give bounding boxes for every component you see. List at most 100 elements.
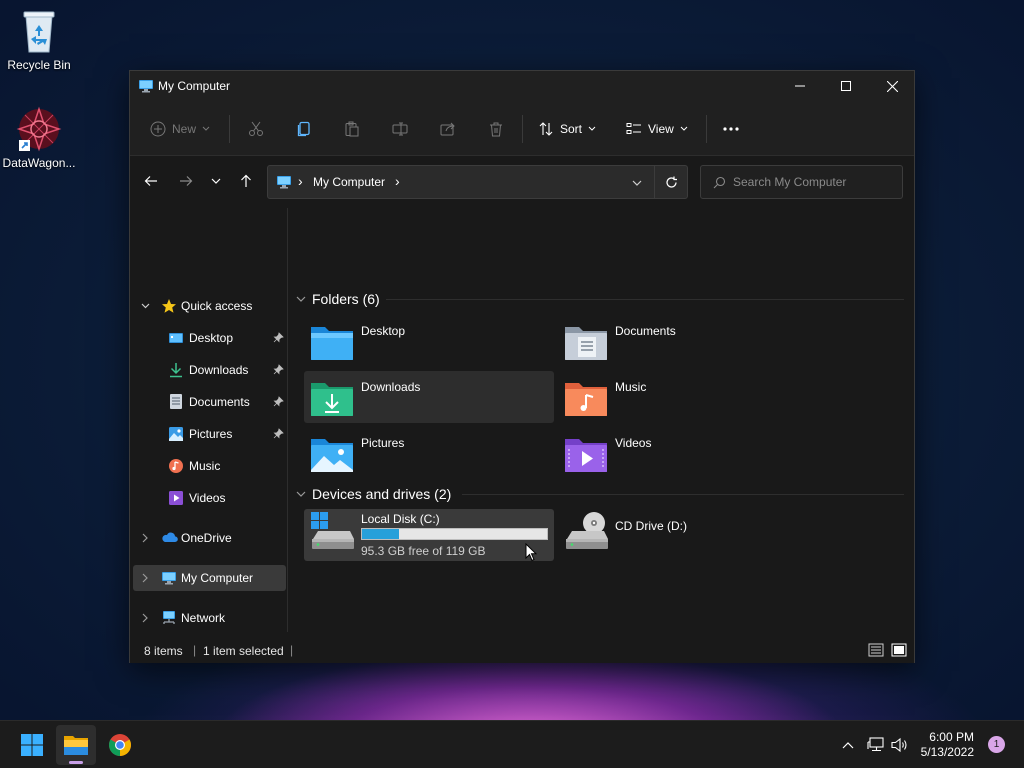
sidebar-item-desktop[interactable]: Desktop <box>133 325 286 351</box>
refresh-button[interactable] <box>654 166 688 198</box>
desktop-icon-recycle-bin[interactable]: Recycle Bin <box>0 8 79 72</box>
chevron-down-icon <box>141 303 150 309</box>
navigation-bar: › My Computer › <box>130 156 914 208</box>
delete-icon <box>490 122 502 137</box>
up-button[interactable] <box>234 169 258 193</box>
chevron-right-icon <box>142 573 148 583</box>
chevron-down-icon <box>588 126 596 131</box>
pin-icon <box>273 396 284 407</box>
folder-tile-pictures[interactable]: Pictures <box>304 427 554 479</box>
start-button[interactable] <box>12 725 52 765</box>
view-button[interactable]: View <box>626 114 688 144</box>
taskbar-file-explorer[interactable] <box>56 725 96 765</box>
drive-usage-bar <box>361 528 548 540</box>
cut-button[interactable] <box>248 114 264 144</box>
details-view-icon <box>868 643 884 657</box>
more-icon <box>723 127 739 131</box>
new-icon <box>150 121 166 137</box>
document-icon <box>170 394 182 409</box>
status-bar: 8 items | 1 item selected | <box>130 638 914 663</box>
sidebar-item-label: Music <box>189 459 221 473</box>
recent-locations-button[interactable] <box>204 169 228 193</box>
more-options-button[interactable] <box>722 114 740 144</box>
taskbar-clock[interactable]: 6:00 PM 5/13/2022 <box>910 730 974 760</box>
drive-name: Local Disk (C:) <box>361 512 440 526</box>
address-bar[interactable]: › My Computer › <box>267 165 688 199</box>
breadcrumb-separator[interactable]: › <box>298 173 303 189</box>
folder-tile-downloads[interactable]: Downloads <box>304 371 554 423</box>
sidebar-item-network[interactable]: Network <box>133 605 286 631</box>
sort-label: Sort <box>560 122 583 136</box>
folder-tile-music[interactable]: Music <box>558 371 808 423</box>
sidebar-item-label: Quick access <box>181 299 253 313</box>
sidebar-item-pictures[interactable]: Pictures <box>133 421 286 447</box>
desktop-icon-label: Recycle Bin <box>7 58 71 72</box>
volume-button[interactable] <box>890 735 910 755</box>
minimize-button[interactable] <box>777 71 823 101</box>
desktop-icon-label: DataWagon... <box>2 156 76 170</box>
notification-badge[interactable]: 1 <box>988 736 1005 753</box>
details-view-button[interactable] <box>868 642 884 658</box>
recycle-bin-icon <box>23 11 55 53</box>
breadcrumb-my-computer[interactable]: My Computer <box>313 175 385 189</box>
computer-icon <box>162 572 176 585</box>
new-button[interactable]: New <box>150 114 210 144</box>
drive-tile-cd-drive-d[interactable]: CD Drive (D:) <box>558 509 808 561</box>
sidebar-item-documents[interactable]: Documents <box>133 389 286 415</box>
delete-button[interactable] <box>488 114 504 144</box>
show-hidden-icons-button[interactable] <box>840 735 856 755</box>
local-disk-icon <box>311 512 354 549</box>
file-explorer-window: My Computer New Sort View › My Computer … <box>129 70 915 663</box>
copy-button[interactable] <box>296 114 312 144</box>
breadcrumb-separator[interactable]: › <box>395 173 400 189</box>
clock-time: 6:00 PM <box>929 730 974 744</box>
active-app-indicator <box>69 761 83 764</box>
datawagon-app-icon <box>16 106 62 152</box>
drives-group-header[interactable]: Devices and drives (2) <box>296 484 451 504</box>
title-bar[interactable]: My Computer <box>130 71 914 101</box>
sidebar-item-my-computer[interactable]: My Computer <box>133 565 286 591</box>
folder-name: Desktop <box>361 324 406 338</box>
sidebar-item-music[interactable]: Music <box>133 453 286 479</box>
folder-tile-documents[interactable]: Documents <box>558 315 808 367</box>
close-button[interactable] <box>869 71 915 101</box>
view-label: View <box>648 122 674 136</box>
sidebar-item-downloads[interactable]: Downloads <box>133 357 286 383</box>
tiles-view-button[interactable] <box>891 642 907 658</box>
computer-icon <box>139 80 153 93</box>
folder-name: Pictures <box>361 436 405 450</box>
chevron-down-icon <box>202 126 210 131</box>
tiles-view-icon <box>891 643 907 657</box>
forward-button[interactable] <box>174 169 198 193</box>
folders-group-header[interactable]: Folders (6) <box>296 289 380 309</box>
drive-tile-local-disk-c[interactable]: Local Disk (C:) 95.3 GB free of 119 GB <box>304 509 554 561</box>
close-icon <box>886 80 898 92</box>
search-input[interactable] <box>733 173 893 191</box>
desktop-icon-datawagon[interactable]: DataWagon... <box>0 106 79 170</box>
share-button[interactable] <box>440 114 456 144</box>
drive-usage-fill <box>362 529 399 539</box>
folder-tile-videos[interactable]: Videos <box>558 427 808 479</box>
back-button[interactable] <box>139 169 163 193</box>
star-icon <box>162 299 176 313</box>
sidebar-item-onedrive[interactable]: OneDrive <box>133 525 286 551</box>
maximize-button[interactable] <box>823 71 869 101</box>
paste-button[interactable] <box>344 114 360 144</box>
volume-icon <box>891 737 907 753</box>
taskbar-chrome[interactable] <box>100 725 140 765</box>
sidebar-item-videos[interactable]: Videos <box>133 485 286 511</box>
sidebar-item-quick-access[interactable]: Quick access <box>133 293 286 319</box>
maximize-icon <box>841 81 851 91</box>
search-box[interactable] <box>700 165 903 199</box>
folder-tile-desktop[interactable]: Desktop <box>304 315 554 367</box>
network-status-button[interactable] <box>866 735 886 755</box>
network-icon <box>163 611 175 624</box>
folders-group-title: Folders (6) <box>312 291 380 307</box>
documents-folder-icon <box>565 327 607 360</box>
chevron-down-icon[interactable] <box>632 180 642 187</box>
content-pane: Folders (6) Desktop Documents Downloads <box>290 208 914 632</box>
sort-button[interactable]: Sort <box>538 114 596 144</box>
rename-button[interactable] <box>392 114 408 144</box>
sidebar-item-label: Pictures <box>189 427 233 441</box>
chevron-down-icon <box>680 126 688 131</box>
